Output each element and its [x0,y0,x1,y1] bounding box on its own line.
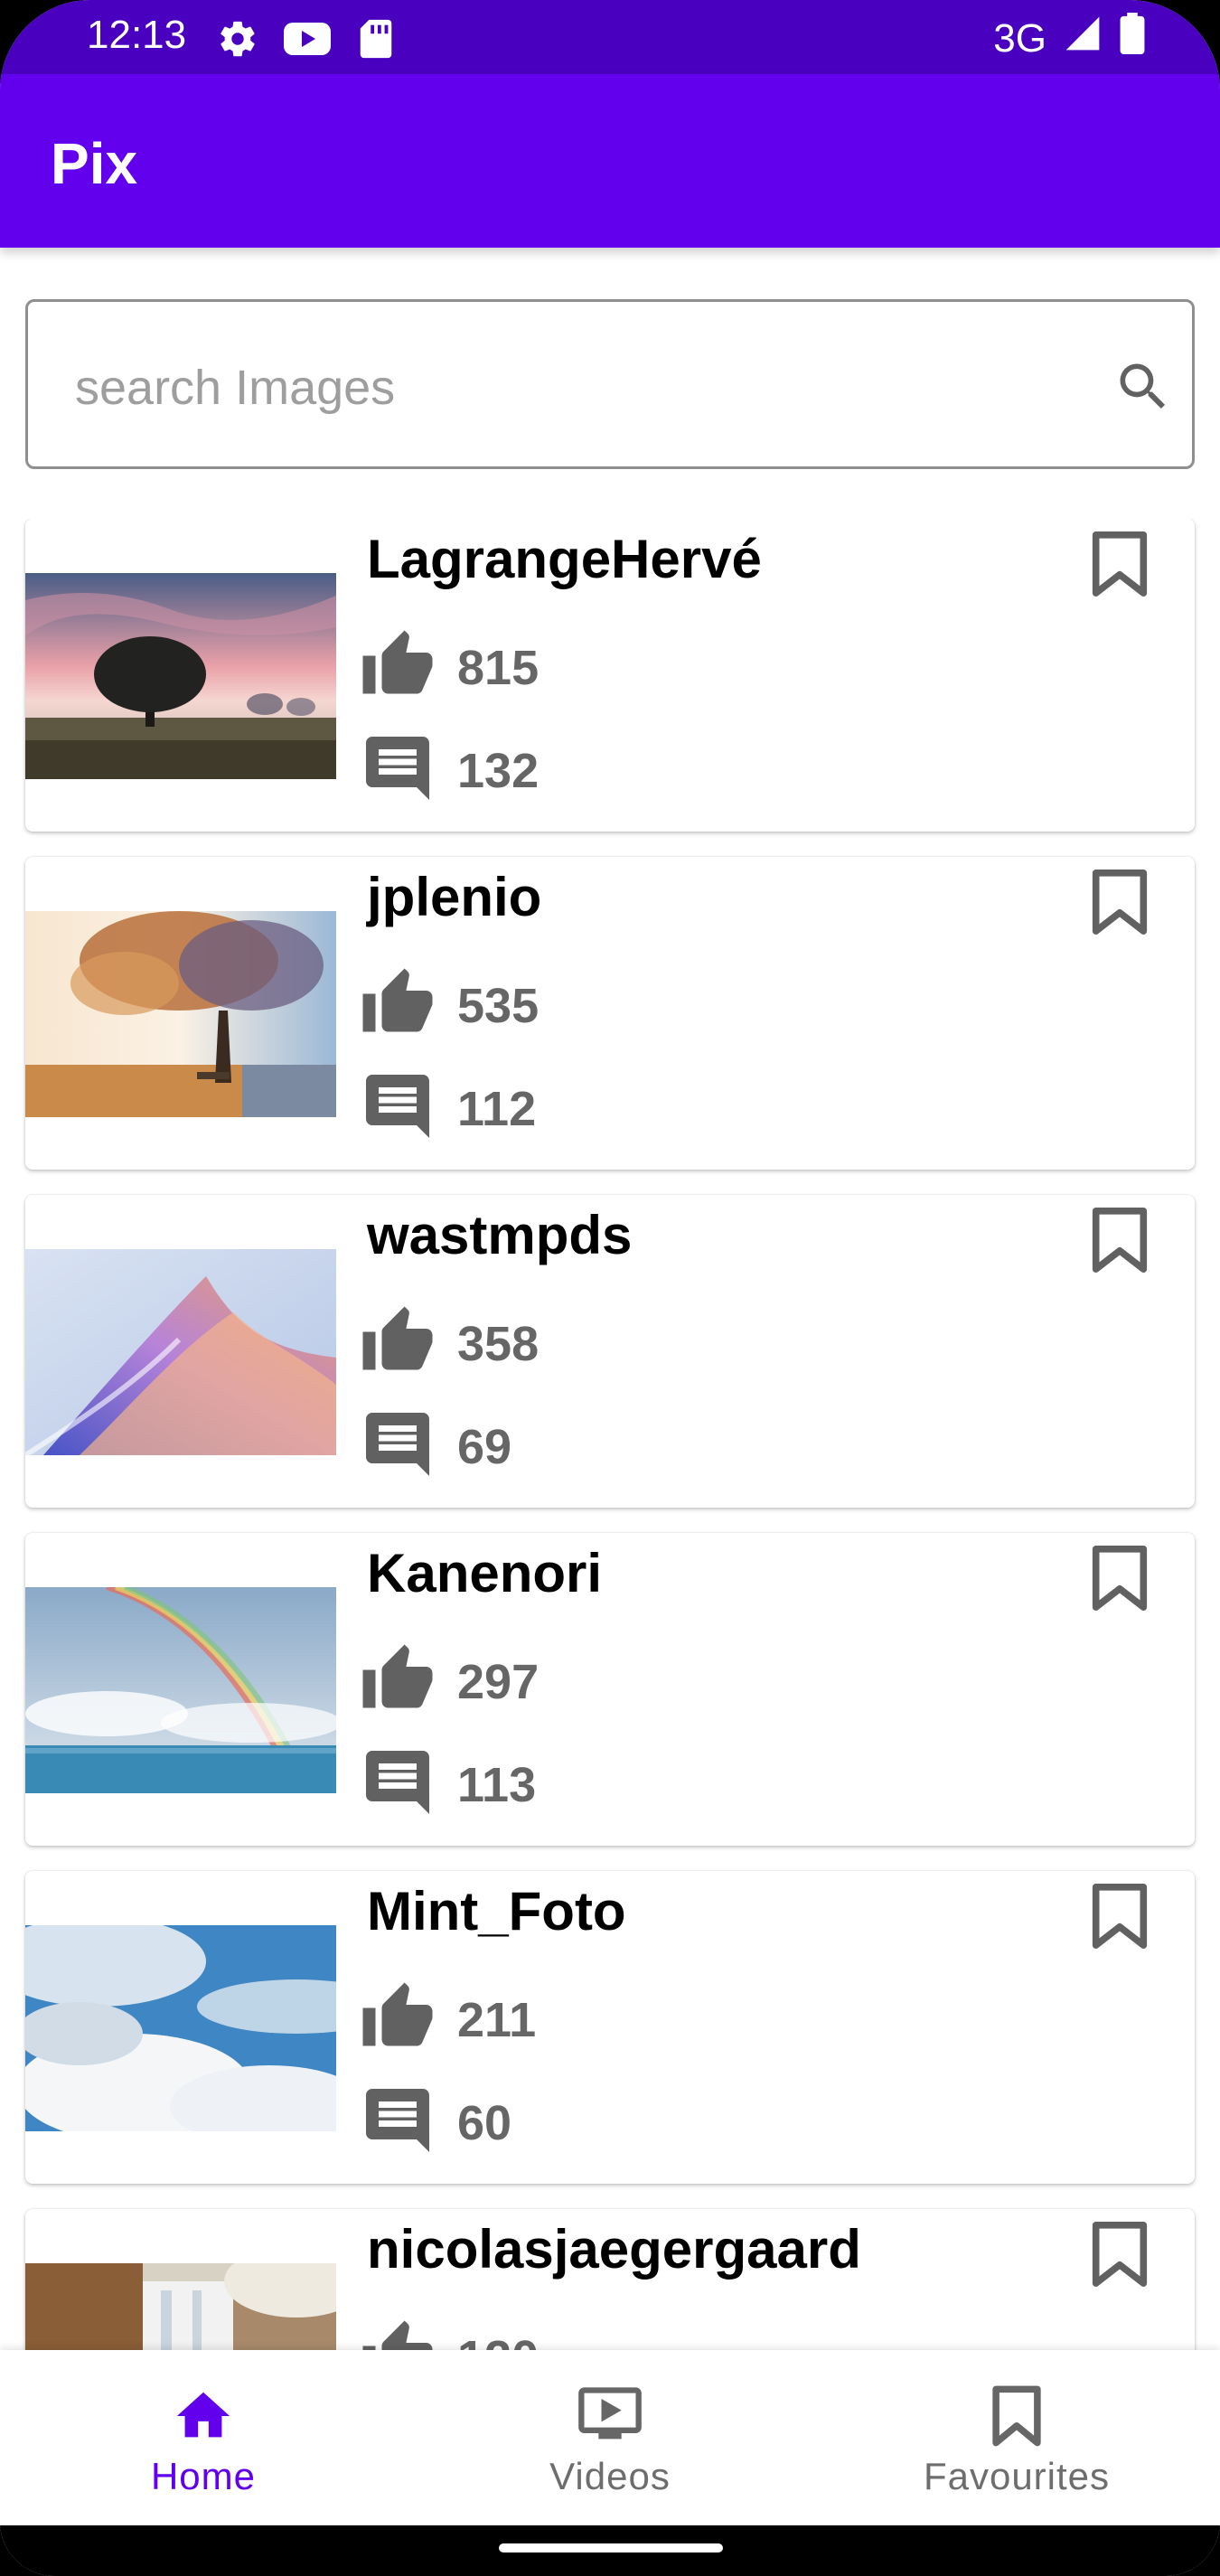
image-thumbnail[interactable] [25,1587,336,1793]
bookmark-icon[interactable] [1090,868,1150,941]
comment-icon [360,1406,436,1487]
app-title: Pix [51,131,138,196]
author-name: jplenio [367,867,542,927]
battery-icon [1119,13,1146,64]
signal-icon [1063,14,1103,63]
comments-stat: 132 [360,730,539,811]
search-icon[interactable] [1112,356,1174,422]
sd-card-icon [358,18,394,64]
comments-count: 132 [457,743,540,798]
likes-count: 815 [457,640,540,695]
author-name: LagrangeHervé [367,529,762,589]
image-card[interactable]: jplenio 535 112 [25,857,1195,1170]
thumb-up-icon [360,965,436,1046]
video-icon [576,2384,644,2448]
likes-stat: 535 [360,965,539,1046]
gesture-navigation-area [0,2525,1220,2576]
status-bar: 12:13 3G [0,0,1220,74]
status-time: 12:13 [87,13,187,57]
home-gesture-handle[interactable] [499,2543,723,2552]
comment-icon [360,1744,436,1825]
image-card[interactable]: nicolasjaegergaard 120 [25,2209,1195,2350]
likes-stat: 358 [360,1303,539,1384]
likes-count: 535 [457,978,540,1033]
image-thumbnail[interactable] [25,911,336,1117]
comments-count: 60 [457,2095,512,2150]
comments-count: 69 [457,1419,512,1474]
search-input[interactable] [75,356,1069,419]
bookmark-icon[interactable] [1090,2220,1150,2293]
settings-icon [217,18,258,64]
likes-stat: 815 [360,627,539,708]
nav-videos[interactable]: Videos [407,2350,813,2525]
status-right-group: 3G [993,13,1146,64]
likes-count: 120 [457,2330,539,2351]
image-list[interactable]: LagrangeHervé 815 132 jplenio 535 112 wa… [0,519,1220,2350]
image-thumbnail[interactable] [25,573,336,779]
nav-favourites-label: Favourites [923,2455,1111,2497]
thumb-up-icon [360,627,436,708]
nav-home-label: Home [150,2455,257,2497]
author-name: Kanenori [367,1543,603,1603]
likes-count: 211 [457,1992,537,2047]
home-icon [172,2384,235,2448]
comments-count: 113 [457,1757,537,1812]
image-card[interactable]: Kanenori 297 113 [25,1533,1195,1846]
image-thumbnail[interactable] [25,1925,336,2131]
bookmark-icon[interactable] [1090,1882,1150,1955]
author-name: Mint_Foto [367,1881,626,1941]
nav-videos-label: Videos [549,2455,671,2497]
thumb-up-icon [360,1303,436,1384]
nav-home[interactable]: Home [0,2350,407,2525]
likes-stat: 120 [360,2317,539,2350]
image-card[interactable]: Mint_Foto 211 60 [25,1871,1195,2184]
author-name: nicolasjaegergaard [367,2219,861,2280]
phone-screen: 12:13 3G Pix search Images LagrangeHervé… [0,0,1220,2576]
likes-count: 358 [457,1316,540,1371]
comment-icon [360,730,436,811]
bookmark-icon[interactable] [1090,1206,1150,1279]
bookmark-icon[interactable] [1090,530,1150,603]
comments-stat: 60 [360,2082,511,2163]
comments-stat: 113 [360,1744,536,1825]
comments-stat: 112 [360,1068,536,1149]
thumb-up-icon [360,1641,436,1722]
likes-count: 297 [457,1654,540,1709]
thumb-up-icon [360,1979,436,2060]
comments-stat: 69 [360,1406,511,1487]
image-thumbnail[interactable] [25,1249,336,1455]
image-card[interactable]: LagrangeHervé 815 132 [25,519,1195,832]
author-name: wastmpds [367,1205,633,1265]
likes-stat: 211 [360,1979,536,2060]
image-thumbnail[interactable] [25,2263,336,2350]
likes-stat: 297 [360,1641,539,1722]
bottom-navigation: Home Videos Favourites [0,2350,1220,2525]
comment-icon [360,2082,436,2163]
thumb-up-icon [360,2317,436,2350]
comments-count: 112 [457,1081,537,1136]
bookmark-icon[interactable] [1090,1544,1150,1617]
comment-icon [360,1068,436,1149]
nav-favourites[interactable]: Favourites [813,2350,1220,2525]
app-bar: Pix [0,74,1220,248]
network-type: 3G [993,15,1046,61]
image-card[interactable]: wastmpds 358 69 [25,1195,1195,1508]
bookmark-icon [989,2384,1045,2448]
search-box[interactable] [25,299,1195,469]
youtube-icon [282,18,333,64]
